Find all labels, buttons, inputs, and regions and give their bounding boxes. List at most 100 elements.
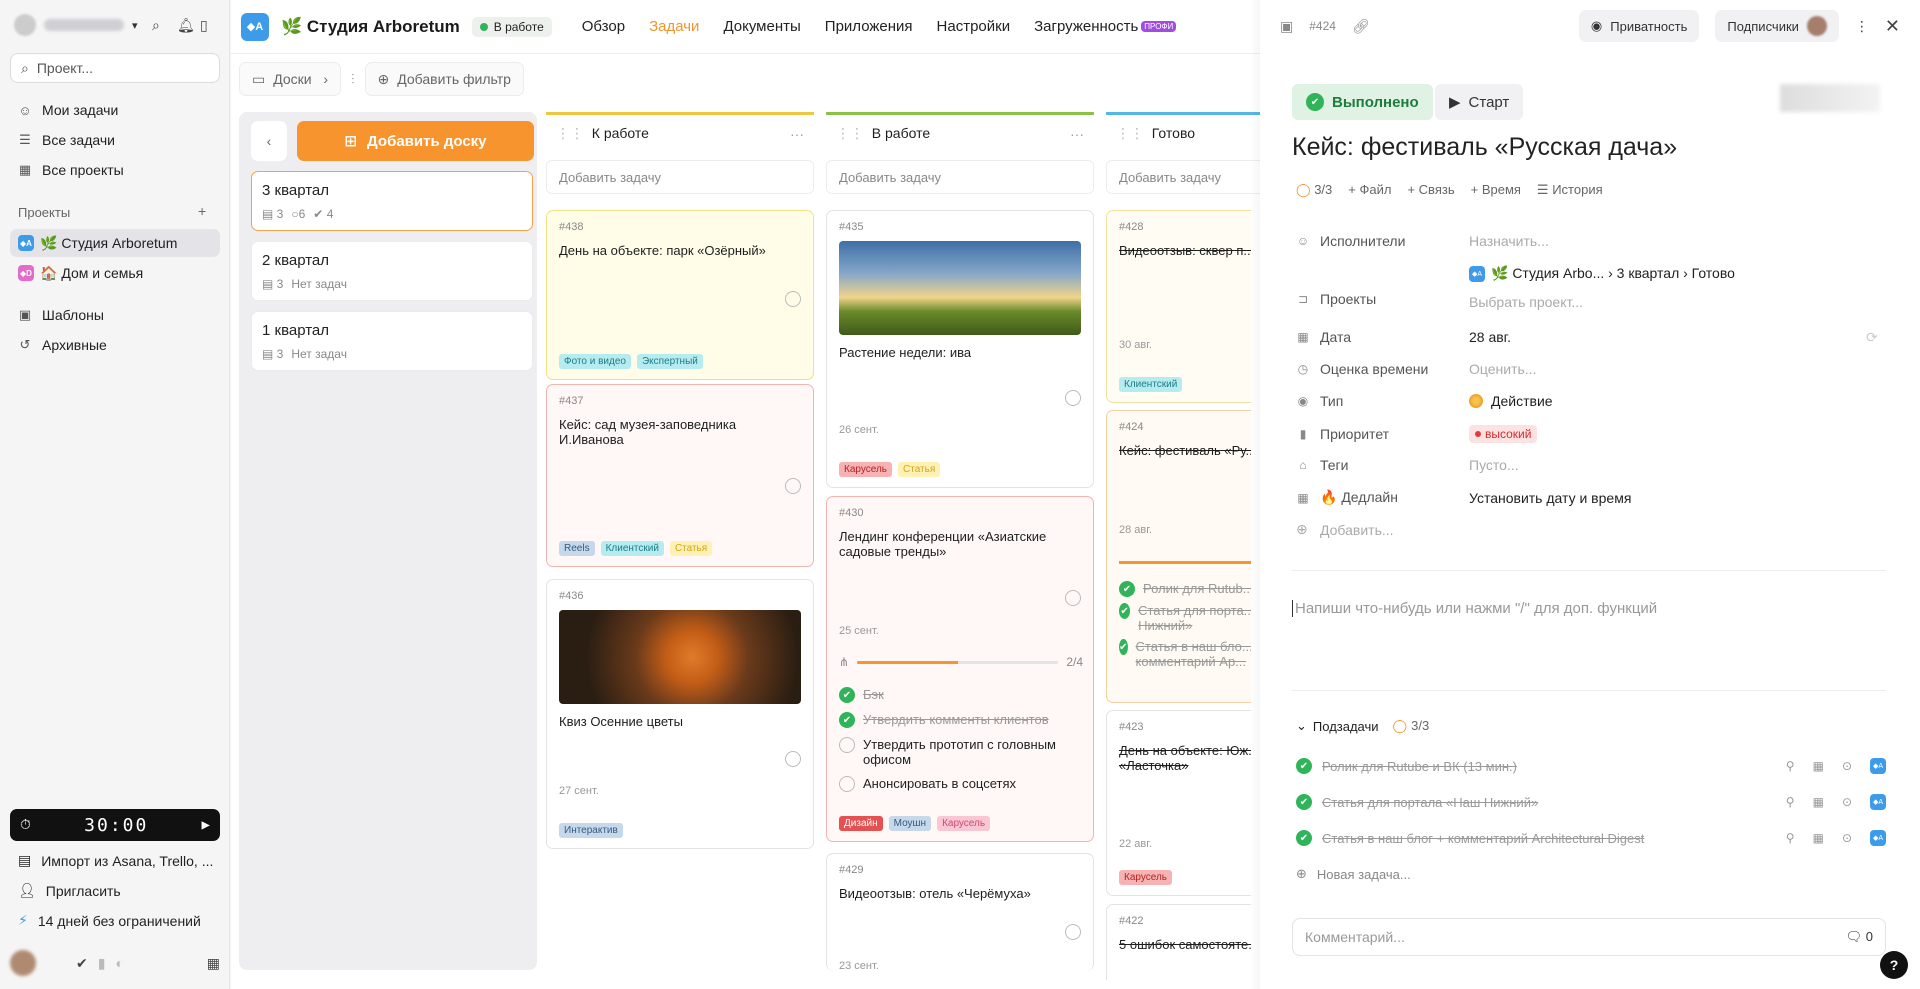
calendar-icon[interactable]: ▦ [1813,795,1824,809]
drag-handle-icon[interactable]: ⋮⋮ [1116,125,1144,141]
avatar[interactable] [10,950,36,976]
play-icon[interactable]: ▶ [202,817,210,833]
checklist-item[interactable]: ✔ Утвердить комменты клиентов [839,712,1079,728]
add-board-button[interactable]: ⊞ Добавить доску [297,121,534,161]
boards-toggle[interactable]: ▭ Доски › [239,62,341,96]
import-link[interactable]: ▤ Импорт из Asana, Trello, ... [18,852,213,869]
assign-icon[interactable]: ⚲ [1786,795,1795,809]
add-task-input[interactable]: Добавить задачу [546,160,814,194]
subtasks-header[interactable]: ⌄ Подзадачи ◯ 3/3 [1296,718,1886,734]
project-search-input[interactable]: ⌕ Проект... [10,53,220,83]
tab-documents[interactable]: Документы [723,18,800,35]
checklist-item[interactable]: Утвердить прототип с головным офисом [839,737,1079,767]
complete-checkbox[interactable] [785,478,801,494]
help-button[interactable]: ? [1880,951,1908,979]
project-item-home[interactable]: ◆D 🏠 Дом и семья [10,259,220,287]
tab-workload[interactable]: Загруженность ПРОФИ [1034,18,1177,35]
privacy-button[interactable]: ◉ Приватность [1578,10,1700,42]
bell-icon[interactable]: 🔔︎ [177,17,195,34]
comment-input[interactable]: Комментарий... 🗨︎ 0 [1292,918,1886,956]
complete-checkbox[interactable] [1065,924,1081,940]
repeat-icon[interactable]: ⟳ [1866,329,1878,346]
search-icon[interactable]: ⌕ [152,17,160,34]
sliders-icon[interactable]: ⫶ [351,71,355,88]
task-card[interactable]: #422 5 ошибок самостояте... [1106,904,1251,980]
doc-icon[interactable]: ▮ [98,955,106,972]
board-item[interactable]: 2 квартал ▤ 3 Нет задач [251,241,533,301]
project-status-badge[interactable]: В работе [471,16,552,37]
subtask-row[interactable]: ✔ Статья для портала «Наш Нижний» ⚲ ▦ ⊙ ◆A [1296,794,1886,810]
nav-all-projects[interactable]: ▦ Все проекты [18,162,124,178]
focus-timer[interactable]: ⏱︎ 30:00 ▶ [10,809,220,841]
task-card[interactable]: #437 Кейс: сад музея-заповедника И.Ивано… [546,384,814,567]
assign-icon[interactable]: ⚲ [1786,759,1795,773]
priority-icon[interactable]: ⊙ [1842,795,1852,809]
task-card[interactable]: #438 День на объекте: парк «Озёрный» Фот… [546,210,814,380]
subtask-row[interactable]: ✔ Статья в наш блог + комментарий Archite… [1296,830,1886,846]
drag-handle-icon[interactable]: ⋮⋮ [836,125,864,141]
nav-all-tasks[interactable]: ☰ Все задачи [18,132,115,148]
add-time-button[interactable]: + Время [1471,182,1521,198]
description-editor[interactable]: Напиши что-нибудь или нажми "/" для доп.… [1292,600,1657,617]
check-icon[interactable]: ✔ [76,955,88,972]
drag-handle-icon[interactable]: ⋮⋮ [556,125,584,141]
sidebar-toggle-icon[interactable]: ▯ [200,17,208,34]
nav-archive[interactable]: ↺ Архивные [18,337,107,353]
task-card[interactable]: #428 Видеоотзыв: сквер п... №9 30 авг. К… [1106,210,1251,403]
add-link-button[interactable]: + Связь [1407,182,1454,198]
priority-icon[interactable]: ⊙ [1842,759,1852,773]
task-card[interactable]: #430 Лендинг конференции «Азиатские садо… [826,496,1094,842]
more-icon[interactable]: ··· [790,126,804,142]
link-icon[interactable]: 🔗︎ [1352,18,1370,35]
priority-badge[interactable]: высокий [1469,425,1538,443]
complete-checkbox[interactable] [785,291,801,307]
panel-toggle-icon[interactable]: ▣ [1280,18,1293,35]
board-item[interactable]: 3 квартал ▤ 3 ○6 ✔ 4 [251,171,533,231]
check-icon[interactable]: ✔ [1296,758,1312,774]
tab-tasks[interactable]: Задачи [649,18,699,35]
add-property-button[interactable]: ⊕ Добавить... [1296,521,1394,538]
check-icon[interactable]: ✔ [1296,830,1312,846]
task-card[interactable]: #436 Квиз Осенние цветы 27 сент. Интерак… [546,579,814,849]
close-icon[interactable]: ✕ [1885,16,1900,37]
start-button[interactable]: ▶ Старт [1435,84,1524,120]
status-done-button[interactable]: ✔ Выполнено [1292,84,1433,120]
more-icon[interactable]: ⋮ [1855,18,1869,35]
subtask-row[interactable]: ✔ Ролик для Rutube и ВК (13 мин.) ⚲ ▦ ⊙ ◆A [1296,758,1886,774]
task-title[interactable]: Кейс: фестиваль «Русская дача» [1292,133,1677,162]
choose-project[interactable]: Выбрать проект... [1469,294,1735,310]
task-card[interactable]: #429 Видеоотзыв: отель «Черёмуха» 23 сен… [826,853,1094,972]
task-card[interactable]: #423 День на объекте: Юж... парке «Ласто… [1106,710,1251,896]
task-card-selected[interactable]: #424 Кейс: фестиваль «Ру... 28 авг. ✔ Рол… [1106,410,1251,703]
complete-checkbox[interactable] [1065,390,1081,406]
add-task-input[interactable]: Добавить задачу [1106,160,1266,194]
add-project-icon[interactable]: + [198,203,206,219]
subtask-counter[interactable]: ◯ 3/3 [1296,182,1332,198]
new-subtask-button[interactable]: ⊕ Новая задача... [1296,866,1886,882]
tab-settings[interactable]: Настройки [937,18,1011,35]
invite-link[interactable]: 👤︎ Пригласить [18,882,121,899]
complete-checkbox[interactable] [785,751,801,767]
priority-icon[interactable]: ⊙ [1842,831,1852,845]
calendar-icon[interactable]: ▦ [1813,831,1824,845]
nav-my-tasks[interactable]: ☺ Мои задачи [18,102,118,118]
calendar-icon[interactable]: ▦ [207,955,220,972]
nav-templates[interactable]: ▣ Шаблоны [18,307,104,323]
add-file-button[interactable]: + Файл [1348,182,1391,198]
subscribers-button[interactable]: Подписчики [1715,10,1839,42]
complete-checkbox[interactable] [1065,590,1081,606]
tab-overview[interactable]: Обзор [582,18,625,35]
project-item-arboretum[interactable]: ◆A 🌿 Студия Arboretum [10,229,220,257]
moon-icon[interactable]: ◐ [115,955,123,971]
board-item[interactable]: 1 квартал ▤ 3 Нет задач [251,311,533,371]
checklist-item[interactable]: ✔ Бэк [839,687,1079,703]
project-path[interactable]: ◆A 🌿 Студия Arbo... › 3 квартал › Готово [1469,265,1735,282]
collapse-boards-button[interactable]: ‹ [251,121,287,161]
add-task-input[interactable]: Добавить задачу [826,160,1094,194]
tab-apps[interactable]: Приложения [825,18,913,35]
trial-link[interactable]: ⚡︎ 14 дней без ограничений [18,912,201,929]
workspace-switcher[interactable]: ▾ [14,14,138,36]
calendar-icon[interactable]: ▦ [1813,759,1824,773]
task-card[interactable]: #435 Растение недели: ива 26 сент. Карус… [826,210,1094,488]
history-button[interactable]: ☰ История [1537,182,1603,198]
